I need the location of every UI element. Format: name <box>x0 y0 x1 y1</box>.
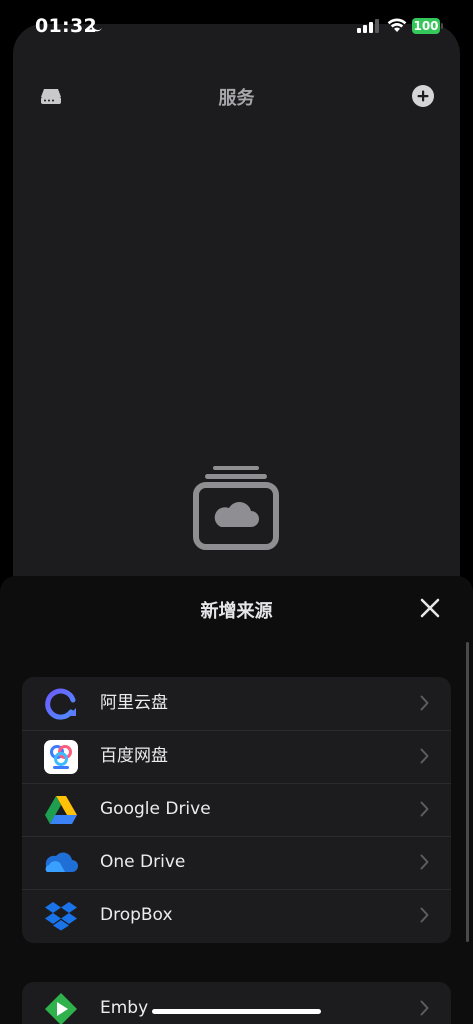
wifi-icon <box>387 18 407 32</box>
source-row-dropbox[interactable]: DropBox <box>22 889 451 942</box>
status-time: 01:32 <box>35 15 97 37</box>
chevron-right-icon <box>420 801 429 817</box>
add-source-sheet: 新增来源 阿里云盘 百度网盘 Google Drive One Drive Dr… <box>0 576 473 1024</box>
source-row-emby[interactable]: Emby <box>22 982 451 1024</box>
battery-indicator: 100 <box>412 18 440 34</box>
add-icon[interactable] <box>412 85 434 107</box>
media-server-group: Emby <box>22 982 451 1024</box>
cellular-signal-icon <box>357 19 379 33</box>
chevron-right-icon <box>420 748 429 764</box>
source-label: One Drive <box>100 852 186 872</box>
screen: 01:32 100 服务 新增来源 阿里云盘 百度网盘 Google Drive… <box>0 0 473 1024</box>
sheet-title: 新增来源 <box>200 601 273 622</box>
source-label: 阿里云盘 <box>100 693 168 713</box>
onedrive-icon <box>45 852 78 872</box>
google-drive-icon <box>45 796 77 824</box>
source-label: 百度网盘 <box>100 746 168 766</box>
source-row-aliyun[interactable]: 阿里云盘 <box>22 677 451 730</box>
emby-icon <box>45 993 77 1024</box>
chevron-right-icon <box>420 854 429 870</box>
source-row-google-drive[interactable]: Google Drive <box>22 783 451 836</box>
close-icon[interactable] <box>420 598 440 618</box>
source-row-baidu[interactable]: 百度网盘 <box>22 730 451 783</box>
baidu-netdisk-icon <box>44 740 78 774</box>
home-indicator[interactable] <box>152 1009 321 1014</box>
chevron-right-icon <box>420 907 429 923</box>
aliyun-drive-icon <box>45 688 76 720</box>
source-label: Emby <box>100 998 149 1018</box>
dropbox-icon <box>45 902 77 931</box>
source-row-onedrive[interactable]: One Drive <box>22 836 451 889</box>
status-bar: 01:32 100 <box>0 0 473 54</box>
cloud-sources-group: 阿里云盘 百度网盘 Google Drive One Drive DropBox <box>22 677 451 943</box>
source-label: DropBox <box>100 905 173 925</box>
moon-icon <box>90 19 103 32</box>
battery-tip <box>441 23 443 29</box>
source-label: Google Drive <box>100 799 211 819</box>
page-title: 服务 <box>218 88 255 109</box>
cloud-folders-icon <box>193 466 279 550</box>
chevron-right-icon <box>420 1000 429 1016</box>
chevron-right-icon <box>420 695 429 711</box>
scrollbar[interactable] <box>466 642 469 942</box>
